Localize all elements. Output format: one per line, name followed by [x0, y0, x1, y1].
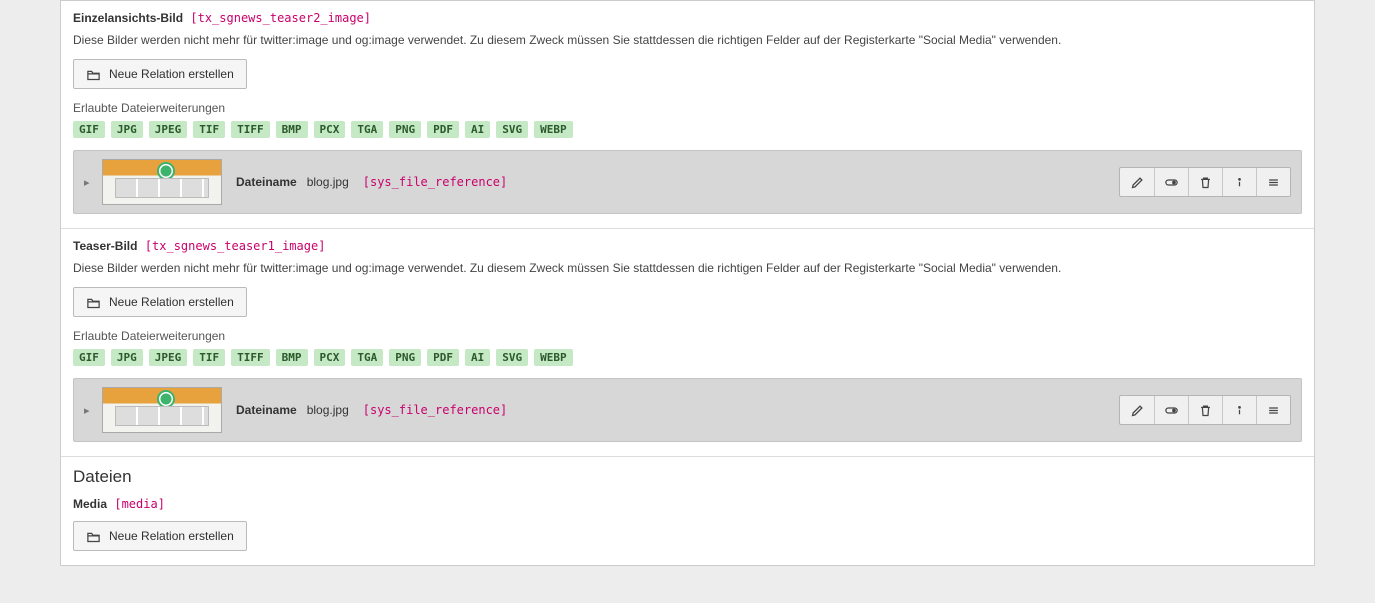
- file-ext-tag: TGA: [351, 349, 383, 366]
- file-ext-tag: PCX: [314, 349, 346, 366]
- file-ext-tag: TIF: [193, 349, 225, 366]
- delete-button[interactable]: [1188, 168, 1222, 196]
- file-ext-tag: AI: [465, 121, 490, 138]
- create-relation-button[interactable]: Neue Relation erstellen: [73, 287, 247, 317]
- allowed-ext-label: Erlaubte Dateierweiterungen: [73, 329, 1302, 343]
- field-description: Diese Bilder werden nicht mehr für twitt…: [73, 31, 1302, 49]
- file-ext-tag: TIFF: [231, 121, 270, 138]
- files-section: Dateien Media [media] Neue Relation erst…: [61, 456, 1314, 565]
- folder-open-icon: [86, 530, 101, 543]
- file-ext-tag: GIF: [73, 121, 105, 138]
- file-ext-tag: SVG: [496, 349, 528, 366]
- filename-value: blog.jpg: [307, 403, 349, 417]
- expand-toggle[interactable]: ▸: [84, 176, 96, 189]
- create-relation-label: Neue Relation erstellen: [109, 67, 234, 81]
- file-ext-tag: PNG: [389, 121, 421, 138]
- file-action-toolbar: [1119, 167, 1291, 197]
- folder-open-icon: [86, 68, 101, 81]
- file-reference-card: ▸ Dateiname blog.jpg [sys_file_reference…: [73, 378, 1302, 442]
- edit-button[interactable]: [1120, 168, 1154, 196]
- field-title: Teaser-Bild: [73, 239, 137, 253]
- info-button[interactable]: [1222, 396, 1256, 424]
- file-ref-tech: [sys_file_reference]: [363, 175, 508, 189]
- allowed-ext-list: GIF JPG JPEG TIF TIFF BMP PCX TGA PNG PDF AI SVG WEB…: [73, 349, 1302, 366]
- file-ext-tag: PDF: [427, 121, 459, 138]
- pencil-icon: [1130, 403, 1145, 418]
- delete-button[interactable]: [1188, 396, 1222, 424]
- form-panel: Einzelansichts-Bild [tx_sgnews_teaser2_i…: [60, 0, 1315, 566]
- edit-button[interactable]: [1120, 396, 1154, 424]
- file-ext-tag: TGA: [351, 121, 383, 138]
- create-relation-label: Neue Relation erstellen: [109, 295, 234, 309]
- file-ext-tag: PDF: [427, 349, 459, 366]
- trash-icon: [1198, 175, 1213, 190]
- files-heading: Dateien: [73, 467, 1302, 487]
- field-tech-name: [tx_sgnews_teaser1_image]: [145, 239, 326, 253]
- folder-open-icon: [86, 296, 101, 309]
- toggle-visibility-button[interactable]: [1154, 396, 1188, 424]
- create-relation-button[interactable]: Neue Relation erstellen: [73, 59, 247, 89]
- file-thumbnail: [102, 387, 222, 433]
- media-tech-name: [media]: [114, 497, 165, 511]
- toggle-icon: [1164, 403, 1179, 418]
- image-field-section: Einzelansichts-Bild [tx_sgnews_teaser2_i…: [61, 1, 1314, 228]
- hamburger-icon: [1266, 403, 1281, 418]
- toggle-visibility-button[interactable]: [1154, 168, 1188, 196]
- file-thumbnail: [102, 159, 222, 205]
- file-ext-tag: WEBP: [534, 121, 573, 138]
- file-reference-card: ▸ Dateiname blog.jpg [sys_file_reference…: [73, 150, 1302, 214]
- file-ext-tag: PCX: [314, 121, 346, 138]
- file-ext-tag: JPEG: [149, 349, 188, 366]
- file-ext-tag: BMP: [276, 121, 308, 138]
- expand-toggle[interactable]: ▸: [84, 404, 96, 417]
- file-ext-tag: JPEG: [149, 121, 188, 138]
- filename-value: blog.jpg: [307, 175, 349, 189]
- filename-label: Dateiname: [236, 403, 297, 417]
- field-description: Diese Bilder werden nicht mehr für twitt…: [73, 259, 1302, 277]
- drag-handle[interactable]: [1256, 396, 1290, 424]
- hamburger-icon: [1266, 175, 1281, 190]
- toggle-icon: [1164, 175, 1179, 190]
- file-ext-tag: JPG: [111, 349, 143, 366]
- info-icon: [1232, 175, 1247, 190]
- info-button[interactable]: [1222, 168, 1256, 196]
- create-relation-button[interactable]: Neue Relation erstellen: [73, 521, 247, 551]
- field-tech-name: [tx_sgnews_teaser2_image]: [190, 11, 371, 25]
- file-ext-tag: AI: [465, 349, 490, 366]
- image-field-section: Teaser-Bild [tx_sgnews_teaser1_image] Di…: [61, 228, 1314, 456]
- pencil-icon: [1130, 175, 1145, 190]
- info-icon: [1232, 403, 1247, 418]
- file-ext-tag: JPG: [111, 121, 143, 138]
- trash-icon: [1198, 403, 1213, 418]
- allowed-ext-label: Erlaubte Dateierweiterungen: [73, 101, 1302, 115]
- file-action-toolbar: [1119, 395, 1291, 425]
- file-ext-tag: WEBP: [534, 349, 573, 366]
- create-relation-label: Neue Relation erstellen: [109, 529, 234, 543]
- file-ext-tag: BMP: [276, 349, 308, 366]
- filename-label: Dateiname: [236, 175, 297, 189]
- allowed-ext-list: GIF JPG JPEG TIF TIFF BMP PCX TGA PNG PDF AI SVG WEB…: [73, 121, 1302, 138]
- drag-handle[interactable]: [1256, 168, 1290, 196]
- file-ext-tag: TIFF: [231, 349, 270, 366]
- field-title: Einzelansichts-Bild: [73, 11, 183, 25]
- media-title: Media: [73, 497, 107, 511]
- file-ext-tag: TIF: [193, 121, 225, 138]
- file-ext-tag: PNG: [389, 349, 421, 366]
- file-ext-tag: SVG: [496, 121, 528, 138]
- file-ext-tag: GIF: [73, 349, 105, 366]
- file-ref-tech: [sys_file_reference]: [363, 403, 508, 417]
